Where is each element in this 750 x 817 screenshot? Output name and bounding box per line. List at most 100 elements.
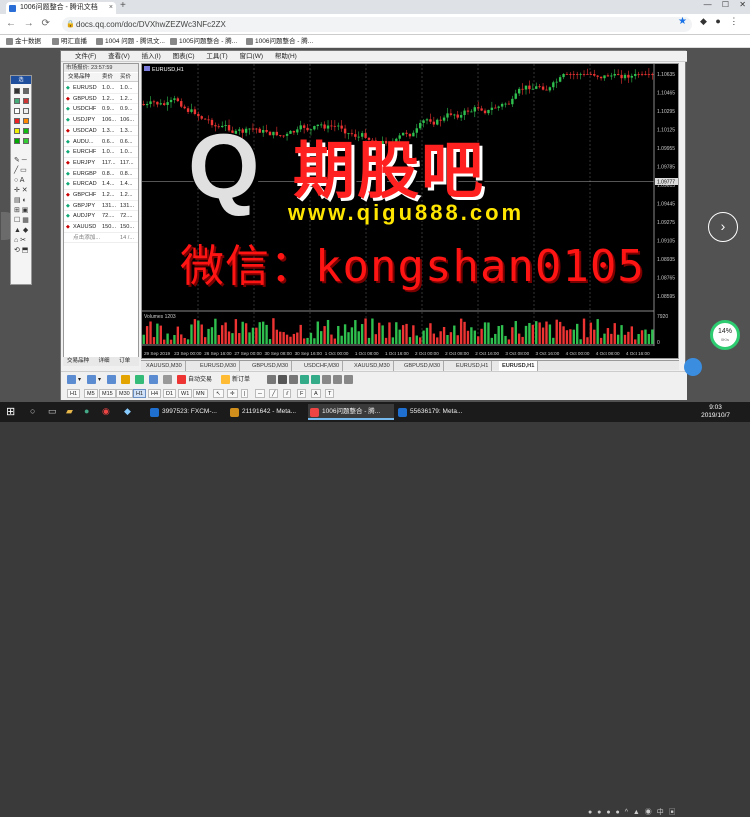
data-window-icon[interactable] [121, 375, 132, 385]
bookmark-item[interactable]: 1004 问题 - 腾讯文... [96, 36, 165, 47]
chart-tab[interactable]: EURUSD,H1 [499, 361, 539, 371]
bookmark-item[interactable]: 1006问题整合 - 腾... [246, 36, 313, 47]
timeframe-button[interactable]: H1 [133, 389, 147, 398]
color-swatch[interactable] [14, 118, 20, 124]
app-icon[interactable]: ● [84, 406, 89, 416]
symbol-row[interactable]: ◆ USDCAD 1.3... 1.3... [64, 126, 138, 137]
app-icon[interactable]: ◆ [124, 406, 131, 417]
taskbar-item[interactable]: 3997523: FXCM-... [148, 404, 226, 420]
chart-tab[interactable]: EURUSD,M30 [197, 361, 241, 371]
symbol-row[interactable]: ◆ EURCAD 1.4... 1.4... [64, 179, 138, 190]
menu-insert[interactable]: 插入(I) [142, 53, 161, 60]
col-ask[interactable]: 买价 [120, 73, 131, 82]
bookmark-star-icon[interactable]: ★ [678, 16, 687, 27]
color-swatch[interactable] [23, 108, 29, 114]
taskbar-item[interactable]: 1006问题整合 - 腾... [308, 404, 394, 420]
nav-buttons[interactable]: ← → ⟳ [6, 18, 50, 29]
timeframe-button[interactable]: M30 [116, 389, 133, 398]
symbol-row[interactable]: ◆ EURUSD 1.0... 1.0... [64, 83, 138, 94]
symbol-row[interactable]: ◆ USDCHF 0.9... 0.9... [64, 104, 138, 116]
timeframe-button[interactable]: H4 [148, 389, 162, 398]
chart-tab[interactable]: GBPUSD,M30 [249, 361, 293, 371]
menu-file[interactable]: 文件(F) [75, 53, 96, 60]
chrome-icon[interactable]: ◉ [102, 406, 110, 417]
new-order-button[interactable]: 新订单 [221, 375, 250, 385]
url-field[interactable]: 🔒 docs.qq.com/doc/DVXhwZEZWc3NFc2ZX [62, 17, 692, 32]
bookmark-item[interactable]: 1005问题整合 - 腾... [170, 36, 237, 47]
menu-window[interactable]: 窗口(W) [240, 53, 263, 60]
chart-tab[interactable]: GBPUSD,M30 [401, 361, 445, 371]
symbol-row[interactable]: ◆ EURJPY 117... 117... [64, 158, 138, 169]
timeframe-button[interactable]: M5 [84, 389, 98, 398]
extension-icons[interactable]: ◆ ● ⋮ [700, 16, 738, 27]
tester-icon[interactable] [163, 375, 174, 385]
symbol-row[interactable]: ◆ GBPCHF 1.2... 1.2... [64, 190, 138, 201]
cursor-icon[interactable]: ↖ [213, 389, 224, 398]
label-icon[interactable]: T [325, 389, 335, 398]
bookmark-item[interactable]: 明汇直播 [52, 36, 87, 47]
menu-help[interactable]: 帮助(H) [275, 53, 297, 60]
tab-orders[interactable]: 订单 [119, 358, 130, 364]
color-swatch[interactable] [23, 138, 29, 144]
crosshair-icon[interactable]: ✛ [227, 389, 238, 398]
file-explorer-icon[interactable]: ▰ [66, 406, 73, 417]
start-icon[interactable]: ⊞ [6, 405, 15, 418]
new-tab-icon[interactable]: + [120, 0, 126, 11]
trendline-icon[interactable]: ╱ [269, 389, 279, 398]
tab-symbols[interactable]: 交易品种 [67, 358, 89, 364]
hline-icon[interactable]: ─ [255, 389, 265, 398]
close-tab-icon[interactable]: × [109, 2, 113, 14]
timeframe-button[interactable]: MN [193, 389, 208, 398]
next-arrow-button[interactable]: › [708, 212, 738, 242]
chart-type-icons[interactable] [267, 375, 355, 385]
taskbar-clock[interactable]: 9:03 2019/10/7 [701, 404, 730, 420]
auto-trade-button[interactable]: 自动交易 [177, 375, 212, 385]
symbol-row[interactable]: ◆ AUDJPY 72.... 72.... [64, 211, 138, 223]
chart-tab[interactable]: XAUUSD,M30 [351, 361, 394, 371]
color-swatch[interactable] [14, 98, 20, 104]
new-chart-icon[interactable]: ▾ [67, 375, 81, 385]
bookmark-item[interactable]: 金十数据 [6, 36, 41, 47]
timeframe-button[interactable]: W1 [178, 389, 193, 398]
terminal-icon[interactable] [149, 375, 160, 385]
channel-icon[interactable]: ⫽ [283, 389, 292, 398]
window-controls[interactable]: — ☐ ✕ [704, 0, 746, 9]
chart-tab[interactable]: XAUUSD,M30 [143, 361, 186, 371]
navigator-icon[interactable] [135, 375, 146, 385]
menu-charts[interactable]: 图表(C) [173, 53, 195, 60]
taskbar-item[interactable]: 21191642 - Meta... [228, 404, 306, 420]
chart-tab[interactable]: USDCHF,M30 [301, 361, 344, 371]
system-tray-icons[interactable]: ● ● ● ● ^ ▲ ◉ 中 ▣ [588, 807, 676, 817]
color-swatch[interactable] [23, 98, 29, 104]
text-icon[interactable]: A [311, 389, 321, 398]
menu-view[interactable]: 查看(V) [108, 53, 130, 60]
color-swatch[interactable] [14, 108, 20, 114]
chart-tab[interactable]: EURUSD,H1 [453, 361, 493, 371]
drawing-tools-icons[interactable]: ✎ ─ ╱ ▭ ○ A ✛ ✕ ▤ ◐ ⊞ ▣ ☐ ▦ ▲ ◆ ⌂ ✂ ⟲ ⬒ [14, 156, 29, 256]
symbol-row[interactable]: ◆ GBPUSD 1.2... 1.2... [64, 94, 138, 105]
color-swatch[interactable] [14, 128, 20, 134]
timeframe-button[interactable]: D1 [163, 389, 177, 398]
color-swatch[interactable] [23, 88, 29, 94]
color-swatch[interactable] [23, 118, 29, 124]
fibo-icon[interactable]: F [297, 389, 307, 398]
browser-tab[interactable]: 1006问题整合 - 腾讯文档 × [6, 2, 116, 14]
symbol-row[interactable]: ◆ XAUUSD 150... 150... [64, 222, 138, 233]
network-speed-widget[interactable]: 14% 0K/s [710, 320, 740, 350]
color-swatch[interactable] [14, 88, 20, 94]
symbol-row[interactable]: ◆ EURGBP 0.8... 0.8... [64, 169, 138, 180]
col-symbol[interactable]: 交易品种 [68, 73, 90, 82]
symbol-row[interactable]: ◆ EURCHF 1.0... 1.0... [64, 147, 138, 158]
market-watch-icon[interactable] [107, 375, 118, 385]
search-icon[interactable]: ○ [30, 406, 35, 416]
color-swatch[interactable] [14, 138, 20, 144]
timeframe-button[interactable]: M15 [99, 389, 116, 398]
profiles-icon[interactable]: ▾ [87, 375, 101, 385]
task-view-icon[interactable]: ▭ [48, 406, 57, 417]
float-ball-button[interactable] [684, 358, 702, 376]
add-symbol-row[interactable]: 点击添加... 14 /... [64, 233, 138, 244]
menu-tools[interactable]: 工具(T) [206, 53, 227, 60]
vline-icon[interactable]: | [241, 389, 249, 398]
symbol-row[interactable]: ◆ AUDU... 0.6... 0.6... [64, 137, 138, 148]
timeframe-button[interactable]: H1 [67, 389, 81, 398]
